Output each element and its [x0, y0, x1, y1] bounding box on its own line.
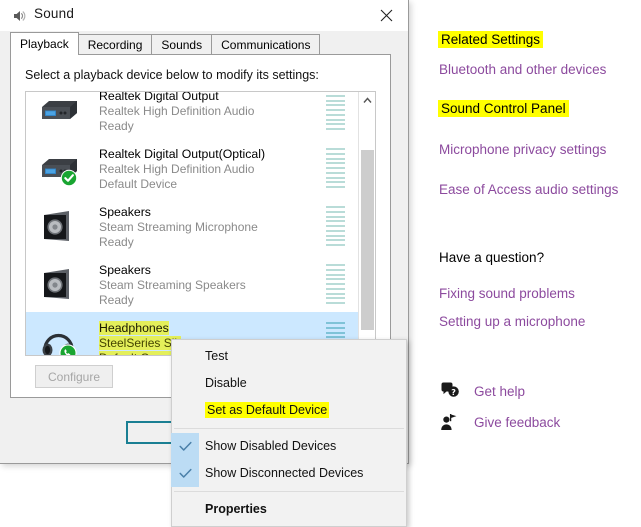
menu-item-set-as-default-device[interactable]: Set as Default Device: [172, 397, 406, 424]
menu-separator: [174, 428, 404, 429]
link-ease-of-access-audio-settings[interactable]: Ease of Access audio settings: [439, 182, 618, 197]
tab-strip: PlaybackRecordingSoundsCommunications: [10, 33, 319, 55]
menu-item-properties[interactable]: Properties: [172, 496, 406, 523]
related-settings-heading-text: Related Settings: [438, 31, 543, 48]
scroll-up-icon[interactable]: [359, 92, 375, 109]
scrollbar-thumb[interactable]: [361, 150, 374, 330]
volume-meter: [326, 264, 345, 304]
menu-item-label: Set as Default Device: [205, 402, 329, 418]
help-bubble-icon: ?: [439, 381, 461, 401]
svg-text:?: ?: [451, 388, 456, 397]
device-row[interactable]: Realtek Digital Output(Optical)Realtek H…: [26, 138, 359, 196]
device-name: Realtek Digital Output(Optical): [99, 147, 314, 162]
device-name: Speakers: [99, 263, 314, 278]
device-text: Realtek Digital OutputRealtek High Defin…: [99, 91, 314, 134]
device-driver: Realtek High Definition Audio: [99, 162, 314, 177]
playback-device-list[interactable]: Realtek Digital OutputRealtek High Defin…: [25, 91, 376, 356]
tab-recording[interactable]: Recording: [78, 34, 153, 55]
tab-sounds[interactable]: Sounds: [151, 34, 212, 55]
volume-meter: [326, 206, 345, 246]
link-label: Get help: [474, 384, 525, 399]
link-label: Ease of Access audio settings: [439, 182, 618, 197]
title-bar: Sound: [0, 0, 408, 31]
settings-right-panel: Related Settings Bluetooth and other dev…: [425, 0, 641, 500]
device-text: Realtek Digital Output(Optical)Realtek H…: [99, 147, 314, 192]
menu-item-label: Show Disconnected Devices: [205, 466, 363, 480]
device-driver: Steam Streaming Speakers: [99, 278, 314, 293]
close-button[interactable]: [364, 0, 408, 31]
volume-meter: [326, 91, 345, 130]
link-fixing-sound-problems[interactable]: Fixing sound problems: [439, 286, 575, 301]
window-title: Sound: [34, 6, 74, 21]
link-setting-up-a-microphone[interactable]: Setting up a microphone: [439, 314, 585, 329]
device-status: Ready: [99, 235, 314, 250]
digital-output-icon: [39, 91, 79, 129]
link-give-feedback[interactable]: Give feedback: [439, 412, 560, 432]
device-driver: Steam Streaming Microphone: [99, 220, 314, 235]
device-context-menu: Test Disable Set as Default Device Show Dis…: [171, 339, 407, 527]
link-label: Sound Control Panel: [438, 100, 569, 117]
feedback-person-icon: [439, 412, 461, 432]
link-label: Setting up a microphone: [439, 314, 585, 329]
menu-item-show-disabled-devices[interactable]: Show Disabled Devices: [172, 433, 406, 460]
speaker-icon: [11, 8, 27, 24]
link-sound-control-panel[interactable]: Sound Control Panel: [438, 101, 569, 116]
speaker-box-icon: [39, 207, 79, 245]
menu-item-label: Show Disabled Devices: [205, 439, 336, 453]
link-microphone-privacy-settings[interactable]: Microphone privacy settings: [439, 142, 606, 157]
menu-item-label: Disable: [205, 376, 247, 390]
menu-separator: [174, 491, 404, 492]
device-list-rows: Realtek Digital OutputRealtek High Defin…: [26, 91, 359, 356]
related-settings-heading: Related Settings: [438, 32, 543, 47]
device-status: Ready: [99, 119, 314, 134]
volume-meter: [326, 148, 345, 188]
device-row[interactable]: SpeakersSteam Streaming SpeakersReady: [26, 254, 359, 312]
device-status: Default Device: [99, 177, 314, 192]
configure-button[interactable]: Configure: [35, 365, 113, 388]
have-a-question-heading: Have a question?: [439, 250, 544, 265]
device-driver: Realtek High Definition Audio: [99, 104, 314, 119]
checkmark-icon: [171, 433, 199, 460]
headphones-icon: [39, 323, 79, 356]
menu-item-show-disconnected-devices[interactable]: Show Disconnected Devices: [172, 460, 406, 487]
link-label: Bluetooth and other devices: [439, 62, 606, 77]
device-status: Ready: [99, 293, 314, 308]
link-get-help[interactable]: ? Get help: [439, 381, 525, 401]
digital-output-icon: [39, 149, 79, 187]
link-label: Give feedback: [474, 415, 560, 430]
menu-item-disable[interactable]: Disable: [172, 370, 406, 397]
device-name: Realtek Digital Output: [99, 91, 314, 104]
device-name: Speakers: [99, 205, 314, 220]
speaker-box-icon: [39, 265, 79, 303]
device-text: SpeakersSteam Streaming SpeakersReady: [99, 263, 314, 308]
tab-playback[interactable]: Playback: [10, 32, 79, 55]
device-row[interactable]: SpeakersSteam Streaming MicrophoneReady: [26, 196, 359, 254]
playback-prompt: Select a playback device below to modify…: [25, 68, 319, 82]
device-row[interactable]: Realtek Digital OutputRealtek High Defin…: [26, 91, 359, 138]
link-label: Fixing sound problems: [439, 286, 575, 301]
device-list-scrollbar[interactable]: [358, 92, 375, 355]
device-name: Headphones: [99, 321, 314, 336]
link-bluetooth-and-other-devices[interactable]: Bluetooth and other devices: [439, 62, 606, 77]
menu-item-test[interactable]: Test: [172, 343, 406, 370]
checkmark-icon: [171, 460, 199, 487]
tab-communications[interactable]: Communications: [211, 34, 320, 55]
device-text: SpeakersSteam Streaming MicrophoneReady: [99, 205, 314, 250]
menu-item-label: Test: [205, 349, 228, 363]
link-label: Microphone privacy settings: [439, 142, 606, 157]
menu-item-label: Properties: [205, 502, 267, 516]
